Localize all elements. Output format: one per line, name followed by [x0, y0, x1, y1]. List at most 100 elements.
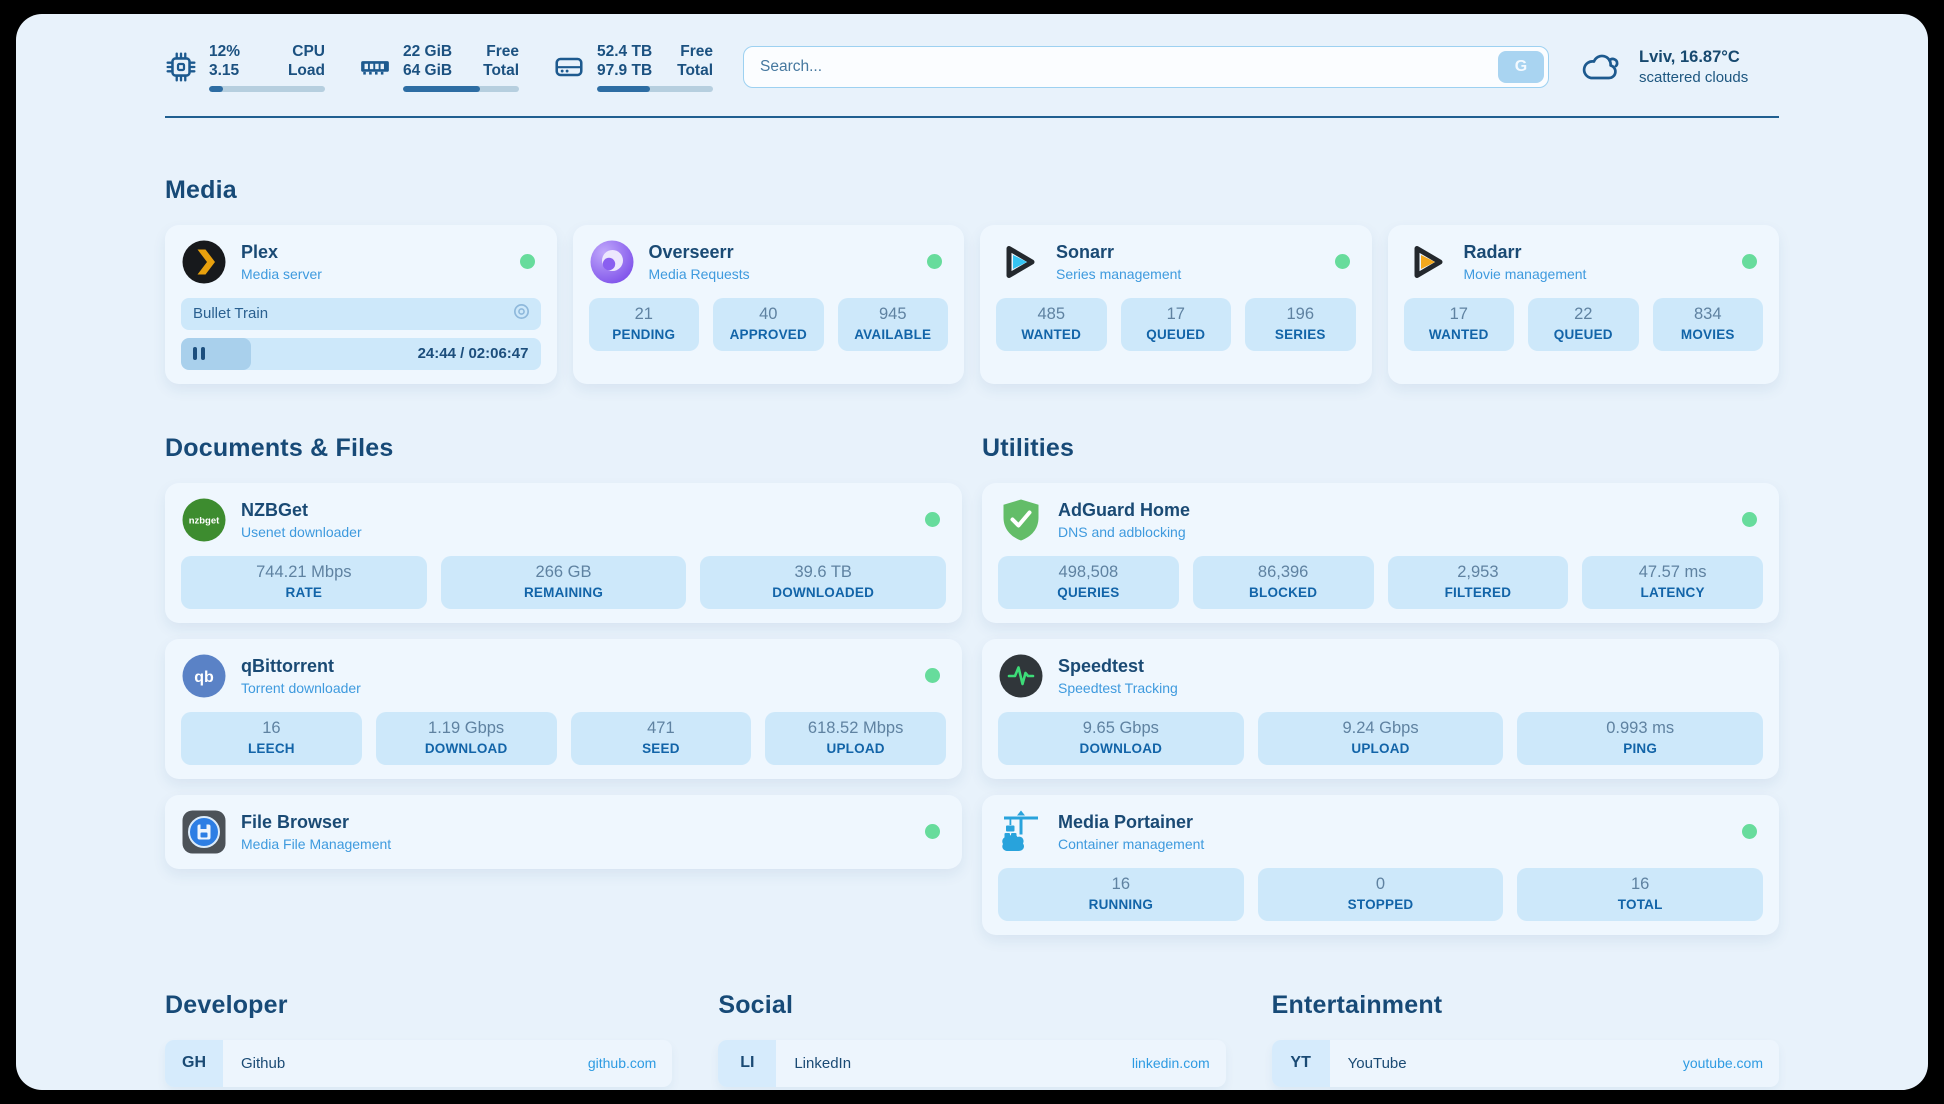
- status-online-dot: [1335, 254, 1350, 269]
- stat-label: TOTAL: [1523, 897, 1757, 912]
- stat-label: REMAINING: [447, 585, 681, 600]
- cpu-load-value: 3.15: [209, 61, 239, 80]
- section-title-media: Media: [165, 176, 1779, 205]
- app-card-overseerr[interactable]: Overseerr Media Requests 21 PENDING 40 A…: [573, 225, 965, 384]
- stat-value: 17: [1127, 305, 1226, 324]
- stat-value: 196: [1251, 305, 1350, 324]
- sonarr-icon: [996, 239, 1042, 285]
- stat-label: PENDING: [595, 327, 694, 342]
- section-title-developer: Developer: [165, 991, 672, 1020]
- app-description: Container management: [1058, 836, 1204, 852]
- app-description: Series management: [1056, 266, 1181, 282]
- app-name: AdGuard Home: [1058, 500, 1190, 521]
- stat-chip-downloaded: 39.6 TB DOWNLOADED: [700, 556, 946, 609]
- memory-free-value: 22 GiB: [403, 42, 452, 61]
- app-card-plex[interactable]: Plex Media server Bullet Train: [165, 225, 557, 384]
- memory-progress-bar: [403, 86, 480, 92]
- stat-value: 16: [1523, 875, 1757, 894]
- stat-chip-wanted: 485 WANTED: [996, 298, 1107, 351]
- stat-label: AVAILABLE: [844, 327, 943, 342]
- stat-chip-series: 196 SERIES: [1245, 298, 1356, 351]
- section-title-social: Social: [718, 991, 1225, 1020]
- stat-value: 9.24 Gbps: [1264, 719, 1498, 738]
- app-name: File Browser: [241, 812, 391, 833]
- app-description: Media File Management: [241, 836, 391, 852]
- playback-time: 24:44 / 02:06:47: [418, 345, 529, 362]
- filebrowser-icon: [181, 809, 227, 855]
- cpu-usage-value: 12%: [209, 42, 240, 61]
- stat-chip-wanted: 17 WANTED: [1404, 298, 1515, 351]
- link-youtube[interactable]: YT YouTube youtube.com: [1272, 1040, 1779, 1087]
- status-online-dot: [1742, 254, 1757, 269]
- status-online-dot: [1742, 824, 1757, 839]
- section-title-utilities: Utilities: [982, 434, 1779, 463]
- app-name: Media Portainer: [1058, 812, 1204, 833]
- stat-label: DOWNLOADED: [706, 585, 940, 600]
- app-card-radarr[interactable]: Radarr Movie management 17 WANTED 22 QUE…: [1388, 225, 1780, 384]
- app-card-filebrowser[interactable]: File Browser Media File Management: [165, 795, 962, 869]
- stat-chip-approved: 40 APPROVED: [713, 298, 824, 351]
- portainer-icon: [998, 809, 1044, 855]
- cpu-icon: [165, 51, 197, 83]
- link-url: linkedin.com: [1132, 1055, 1210, 1071]
- section-title-documents: Documents & Files: [165, 434, 962, 463]
- stat-label: WANTED: [1002, 327, 1101, 342]
- stat-label: MOVIES: [1659, 327, 1758, 342]
- app-card-portainer[interactable]: Media Portainer Container management 16 …: [982, 795, 1779, 935]
- stat-chip-remaining: 266 GB REMAINING: [441, 556, 687, 609]
- stat-chip-queries: 498,508 QUERIES: [998, 556, 1179, 609]
- dashboard-page: 12% CPU 3.15 Load: [16, 14, 1928, 1090]
- app-description: Speedtest Tracking: [1058, 680, 1178, 696]
- link-badge: LI: [718, 1040, 776, 1087]
- stat-label: QUEUED: [1534, 327, 1633, 342]
- app-card-speedtest[interactable]: Speedtest Speedtest Tracking 9.65 Gbps D…: [982, 639, 1779, 779]
- stat-chip-download: 9.65 Gbps DOWNLOAD: [998, 712, 1244, 765]
- stat-chip-seed: 471 SEED: [571, 712, 752, 765]
- app-name: Sonarr: [1056, 242, 1181, 263]
- stat-label: UPLOAD: [771, 741, 940, 756]
- stat-value: 618.52 Mbps: [771, 719, 940, 738]
- stat-label: QUEUED: [1127, 327, 1226, 342]
- stat-value: 22: [1534, 305, 1633, 324]
- section-documents: Documents & Files nzbget: [165, 434, 962, 935]
- stat-chip-upload: 618.52 Mbps UPLOAD: [765, 712, 946, 765]
- stat-value: 945: [844, 305, 943, 324]
- stat-value: 0: [1264, 875, 1498, 894]
- stat-value: 16: [187, 719, 356, 738]
- memory-stat-widget: 22 GiB Free 64 GiB Total: [359, 42, 519, 92]
- cpu-label-bottom: Load: [288, 61, 325, 80]
- link-linkedin[interactable]: LI LinkedIn linkedin.com: [718, 1040, 1225, 1087]
- stat-value: 834: [1659, 305, 1758, 324]
- link-github[interactable]: GH Github github.com: [165, 1040, 672, 1087]
- stat-chip-ping: 0.993 ms PING: [1517, 712, 1763, 765]
- stat-value: 17: [1410, 305, 1509, 324]
- search-engine-button[interactable]: G: [1498, 51, 1544, 83]
- app-card-sonarr[interactable]: Sonarr Series management 485 WANTED 17 Q…: [980, 225, 1372, 384]
- memory-total-value: 64 GiB: [403, 61, 452, 80]
- status-online-dot: [1742, 512, 1757, 527]
- disk-free-value: 52.4 TB: [597, 42, 652, 61]
- stat-value: 1.19 Gbps: [382, 719, 551, 738]
- stat-value: 266 GB: [447, 563, 681, 582]
- playback-progress-bar: [181, 338, 251, 370]
- stat-chip-latency: 47.57 ms LATENCY: [1582, 556, 1763, 609]
- stat-label: PING: [1523, 741, 1757, 756]
- stat-label: SERIES: [1251, 327, 1350, 342]
- stat-value: 485: [1002, 305, 1101, 324]
- search-input[interactable]: [743, 46, 1549, 88]
- qbittorrent-icon: qb: [181, 653, 227, 699]
- app-card-qbittorrent[interactable]: qb qBittorrent Torrent downloader: [165, 639, 962, 779]
- stat-chip-queued: 17 QUEUED: [1121, 298, 1232, 351]
- stat-label: RUNNING: [1004, 897, 1238, 912]
- disk-icon: [553, 51, 585, 83]
- svg-text:qb: qb: [194, 669, 214, 686]
- now-playing-row: Bullet Train: [181, 298, 541, 330]
- app-card-adguard[interactable]: AdGuard Home DNS and adblocking 498,508 …: [982, 483, 1779, 623]
- stat-value: 39.6 TB: [706, 563, 940, 582]
- svg-text:nzbget: nzbget: [189, 515, 220, 526]
- app-card-nzbget[interactable]: nzbget NZBGet Usenet downloader 74: [165, 483, 962, 623]
- link-badge: YT: [1272, 1040, 1330, 1087]
- app-name: Plex: [241, 242, 322, 263]
- cast-target-icon: [512, 302, 531, 325]
- link-badge: GH: [165, 1040, 223, 1087]
